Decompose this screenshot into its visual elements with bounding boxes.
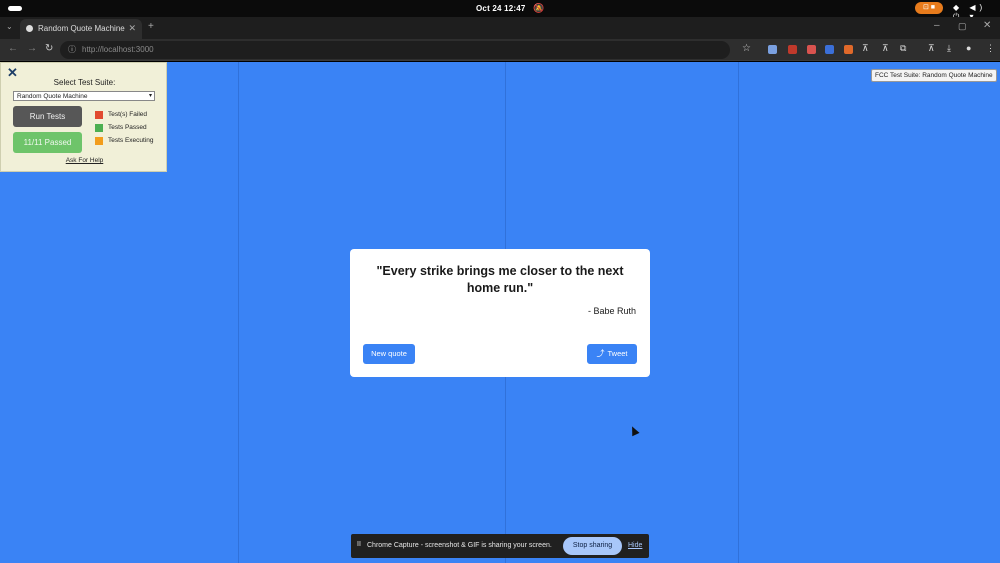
- tune-icon[interactable]: ⊼: [882, 43, 889, 54]
- tweet-quote-button[interactable]: ⤴ Tweet: [587, 344, 637, 364]
- screen-sharing-bar: II Chrome Capture - screenshot & GIF is …: [351, 534, 649, 558]
- executing-swatch: [95, 137, 103, 145]
- notifications-off-icon: 🔕: [533, 3, 545, 13]
- fcc-test-suite-badge[interactable]: FCC Test Suite: Random Quote Machine: [871, 69, 997, 82]
- test-results-button[interactable]: 11/11 Passed: [13, 132, 82, 153]
- url-text: http://localhost:3000: [82, 45, 154, 54]
- passed-swatch: [95, 124, 103, 132]
- forward-button[interactable]: →: [27, 43, 37, 54]
- sharing-message: Chrome Capture - screenshot & GIF is sha…: [367, 542, 552, 549]
- favicon-icon: [26, 25, 33, 32]
- screen-recording-indicator[interactable]: ⊡ ■: [915, 2, 943, 14]
- stop-sharing-button[interactable]: Stop sharing: [563, 537, 622, 555]
- background-ghost-divider: [238, 62, 239, 563]
- tab-search-icon[interactable]: ⌄: [6, 22, 13, 31]
- quote-text: "Every strike brings me closer to the ne…: [376, 264, 624, 295]
- browser-tab-strip: ⌄ Random Quote Machine ✕ + – ▢ ✕: [0, 17, 1000, 39]
- browser-tab[interactable]: Random Quote Machine ✕: [20, 19, 142, 39]
- window-maximize-button[interactable]: ▢: [958, 21, 967, 32]
- quote-author: - Babe Ruth: [587, 306, 636, 316]
- legend-failed: Test(s) Failed: [95, 111, 147, 119]
- activities-indicator[interactable]: [8, 6, 22, 11]
- extension-adblock-icon[interactable]: [807, 45, 816, 54]
- extension-capture-icon[interactable]: [768, 45, 777, 54]
- legend-passed: Tests Passed: [95, 124, 147, 132]
- system-top-bar: Oct 24 12:47 🔕 ⊡ ■ ◆ ◀) ⏻ ▾: [0, 0, 1000, 21]
- legend-passed-label: Tests Passed: [108, 124, 147, 131]
- quote-box: "Every strike brings me closer to the ne…: [350, 249, 650, 377]
- new-tab-button[interactable]: +: [148, 21, 154, 32]
- test-suite-select[interactable]: Random Quote Machine ▾: [13, 91, 155, 101]
- fcc-test-panel: ✕ Select Test Suite: Random Quote Machin…: [0, 62, 167, 172]
- legend-executing-label: Tests Executing: [108, 137, 154, 144]
- window-minimize-button[interactable]: –: [934, 20, 940, 31]
- site-info-icon[interactable]: ⓘ: [68, 44, 76, 55]
- page-viewport: FCC Test Suite: Random Quote Machine ✕ S…: [0, 62, 1000, 563]
- browser-toolbar: ← → ↻ ⓘ http://localhost:3000 ☆ ⊼ ⊼ ⧉ ⊼ …: [0, 39, 1000, 61]
- legend-executing: Tests Executing: [95, 137, 154, 145]
- extension-vue-icon[interactable]: ⊼: [862, 43, 869, 54]
- extension-shield-icon[interactable]: [825, 45, 834, 54]
- new-quote-button[interactable]: New quote: [363, 344, 415, 364]
- tab-title: Random Quote Machine: [38, 24, 125, 33]
- extension-red-icon[interactable]: [788, 45, 797, 54]
- extension-orange-icon[interactable]: [844, 45, 853, 54]
- legend-failed-label: Test(s) Failed: [108, 111, 148, 118]
- run-tests-button[interactable]: Run Tests: [13, 106, 82, 127]
- download-icon[interactable]: ⤓: [947, 43, 951, 54]
- extensions-puzzle-icon[interactable]: ⧉: [900, 43, 906, 54]
- background-ghost-divider: [738, 62, 739, 563]
- address-bar[interactable]: ⓘ http://localhost:3000: [60, 41, 730, 59]
- back-button[interactable]: ←: [8, 43, 18, 54]
- hide-sharing-bar-link[interactable]: Hide: [628, 542, 642, 549]
- failed-swatch: [95, 111, 103, 119]
- window-close-button[interactable]: ✕: [983, 20, 991, 31]
- test-suite-select-value: Random Quote Machine: [17, 93, 88, 100]
- profile-avatar-icon[interactable]: ●: [966, 43, 971, 53]
- browser-menu-icon[interactable]: ⋮: [986, 43, 995, 54]
- tweet-icon: ⤴: [596, 349, 605, 358]
- pause-icon: II: [357, 541, 361, 548]
- tweet-label: Tweet: [607, 349, 628, 358]
- mouse-cursor-icon: [628, 424, 640, 437]
- chevron-down-icon: ▾: [148, 93, 152, 99]
- bookmark-star-icon[interactable]: ☆: [742, 43, 751, 54]
- reload-button[interactable]: ↻: [45, 43, 53, 54]
- tab-close-icon[interactable]: ✕: [128, 23, 136, 34]
- system-clock[interactable]: Oct 24 12:47: [476, 4, 526, 13]
- test-suite-title: Select Test Suite:: [53, 78, 116, 87]
- lab-flask-icon[interactable]: ⊼: [928, 43, 935, 54]
- ask-for-help-link[interactable]: Ask For Help: [1, 157, 168, 164]
